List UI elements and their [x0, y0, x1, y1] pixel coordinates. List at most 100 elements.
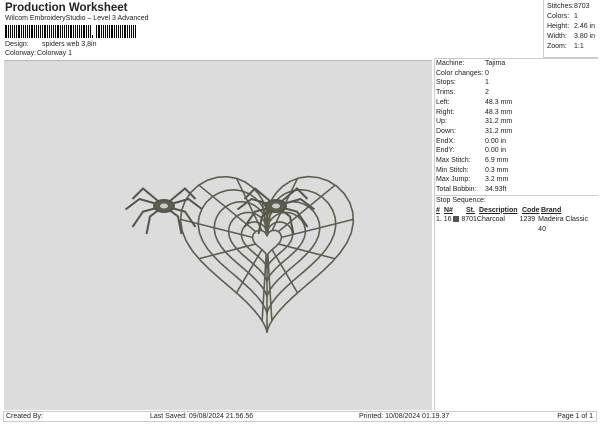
barcode-bar: [53, 25, 55, 38]
detail-value: 34.93ft: [485, 186, 507, 194]
detail-value: 6.9 mm: [485, 157, 509, 165]
barcode-bar: [124, 25, 126, 38]
detail-label: Zoom:: [547, 43, 567, 50]
barcode-bar: [18, 25, 20, 38]
barcode-bar: [81, 25, 82, 38]
design-value: spiders web 3,8in: [42, 41, 97, 48]
barcode-bar: [102, 25, 104, 38]
barcode-bar: [9, 25, 11, 38]
row-brand: Madeira Classic 40: [538, 216, 588, 233]
barcode-bar: [42, 25, 43, 38]
detail-value: 8703: [574, 3, 590, 10]
barcode-bar: [109, 25, 110, 38]
detail-row: Stops: 1: [436, 78, 596, 88]
detail-value: 0.00 in: [485, 137, 507, 145]
detail-value: 2.46 in: [573, 23, 596, 30]
barcode-bar: [70, 25, 72, 38]
barcode-bar: [133, 25, 135, 38]
barcode-bar: [40, 25, 42, 38]
barcode-bar: [76, 25, 79, 38]
detail-row: Colors: 1: [547, 12, 595, 22]
barcode-bar: [20, 25, 22, 38]
col-needle: N#: [444, 206, 453, 214]
detail-label: Width:: [547, 33, 567, 40]
barcode-bar: [135, 25, 136, 38]
detail-value: 31.2 mm: [485, 118, 513, 126]
detail-value: 0.00 in: [485, 147, 507, 155]
detail-value: 3.2 mm: [485, 176, 509, 184]
barcode-bar: [83, 25, 85, 38]
barcode-bar: [46, 25, 48, 38]
web-graphic: [179, 175, 355, 333]
col-stitches: St.: [466, 206, 475, 214]
barcode-bar: [7, 25, 9, 38]
detail-row: Up: 31.2 mm: [436, 117, 596, 127]
row-code: 1239: [519, 216, 536, 224]
detail-row: Stitches: 8703: [547, 2, 595, 12]
spider-web-design: [124, 175, 355, 333]
barcode-bar: [120, 25, 122, 38]
col-brand: Brand: [541, 206, 562, 214]
row-num: 1.: [436, 216, 442, 224]
barcode-bar: [98, 25, 100, 38]
detail-label: Height:: [547, 23, 570, 30]
barcode-bar: [72, 25, 74, 38]
barcode-bar: [37, 25, 40, 38]
barcode-bar: [68, 25, 69, 38]
detail-label: Stops:: [436, 79, 456, 87]
details-panel: Machine: Tajima Color changes: 0 Stops: 1 Trim…: [434, 58, 598, 235]
detail-row: Zoom: 1:1: [547, 42, 595, 52]
barcode-bar: [55, 25, 56, 38]
barcode-bar: [24, 25, 27, 38]
barcode-bar: [128, 25, 130, 38]
detail-value: 48.3 mm: [485, 98, 513, 106]
detail-label: Down:: [436, 127, 456, 135]
detail-label: Trims:: [436, 89, 456, 97]
detail-row: Total Bobbin: 34.93ft: [436, 185, 596, 195]
barcode-bar: [92, 35, 94, 38]
design-preview: [4, 60, 432, 410]
barcode-bar: [111, 25, 113, 38]
page-number: Page 1 of 1: [557, 413, 593, 420]
page-title: Production Worksheet: [5, 2, 128, 14]
barcode-bar: [5, 25, 7, 38]
color-swatch: [453, 216, 460, 223]
barcode-bar: [50, 25, 53, 38]
detail-row: Color changes: 0: [436, 69, 596, 79]
barcode-bar: [113, 25, 115, 38]
table-row: 1. 16 8701 Charcoal 1239 Madeira Classic…: [436, 215, 596, 234]
barcode-bar: [61, 25, 63, 38]
detail-row: Trims: 2: [436, 88, 596, 98]
barcode-bar: [85, 25, 87, 38]
footer: Created By: Last Saved: 09/08/2024 21.56…: [3, 411, 597, 422]
detail-label: Left:: [436, 98, 450, 106]
detail-value: Tajima: [485, 60, 506, 67]
detail-row: EndY: 0.00 in: [436, 146, 596, 156]
colorway-label: Colorway:: [5, 50, 37, 57]
barcode-bar: [126, 25, 128, 38]
detail-row: Width: 3.80 in: [547, 32, 595, 42]
detail-value: 48.3 mm: [485, 108, 513, 116]
detail-value: 0.3 mm: [485, 166, 509, 174]
barcode-bar: [27, 25, 29, 38]
barcode: [5, 25, 137, 38]
detail-row: Max Jump: 3.2 mm: [436, 175, 596, 185]
barcode-bar: [100, 25, 102, 38]
detail-label: Up:: [436, 118, 447, 126]
barcode-bar: [130, 25, 133, 38]
detail-label: Max Jump:: [436, 176, 471, 184]
barcode-bar: [57, 25, 59, 38]
barcode-bar: [107, 25, 109, 38]
design-row: Design: spiders web 3,8in: [5, 41, 96, 48]
summary-box: /* rows built below */ Stitches:8703Colo…: [543, 0, 598, 58]
detail-label: Min Stitch:: [436, 166, 469, 174]
row-description: Charcoal: [476, 216, 505, 224]
barcode-bar: [87, 25, 89, 38]
barcode-bar: [63, 25, 66, 38]
detail-row: EndX: 0.00 in: [436, 137, 596, 147]
barcode-bar: [79, 25, 81, 38]
barcode-bar: [74, 25, 76, 38]
detail-value: 1:1: [574, 43, 584, 50]
detail-label: EndX:: [436, 137, 456, 145]
stop-sequence-title: Stop Sequence:: [434, 194, 598, 206]
